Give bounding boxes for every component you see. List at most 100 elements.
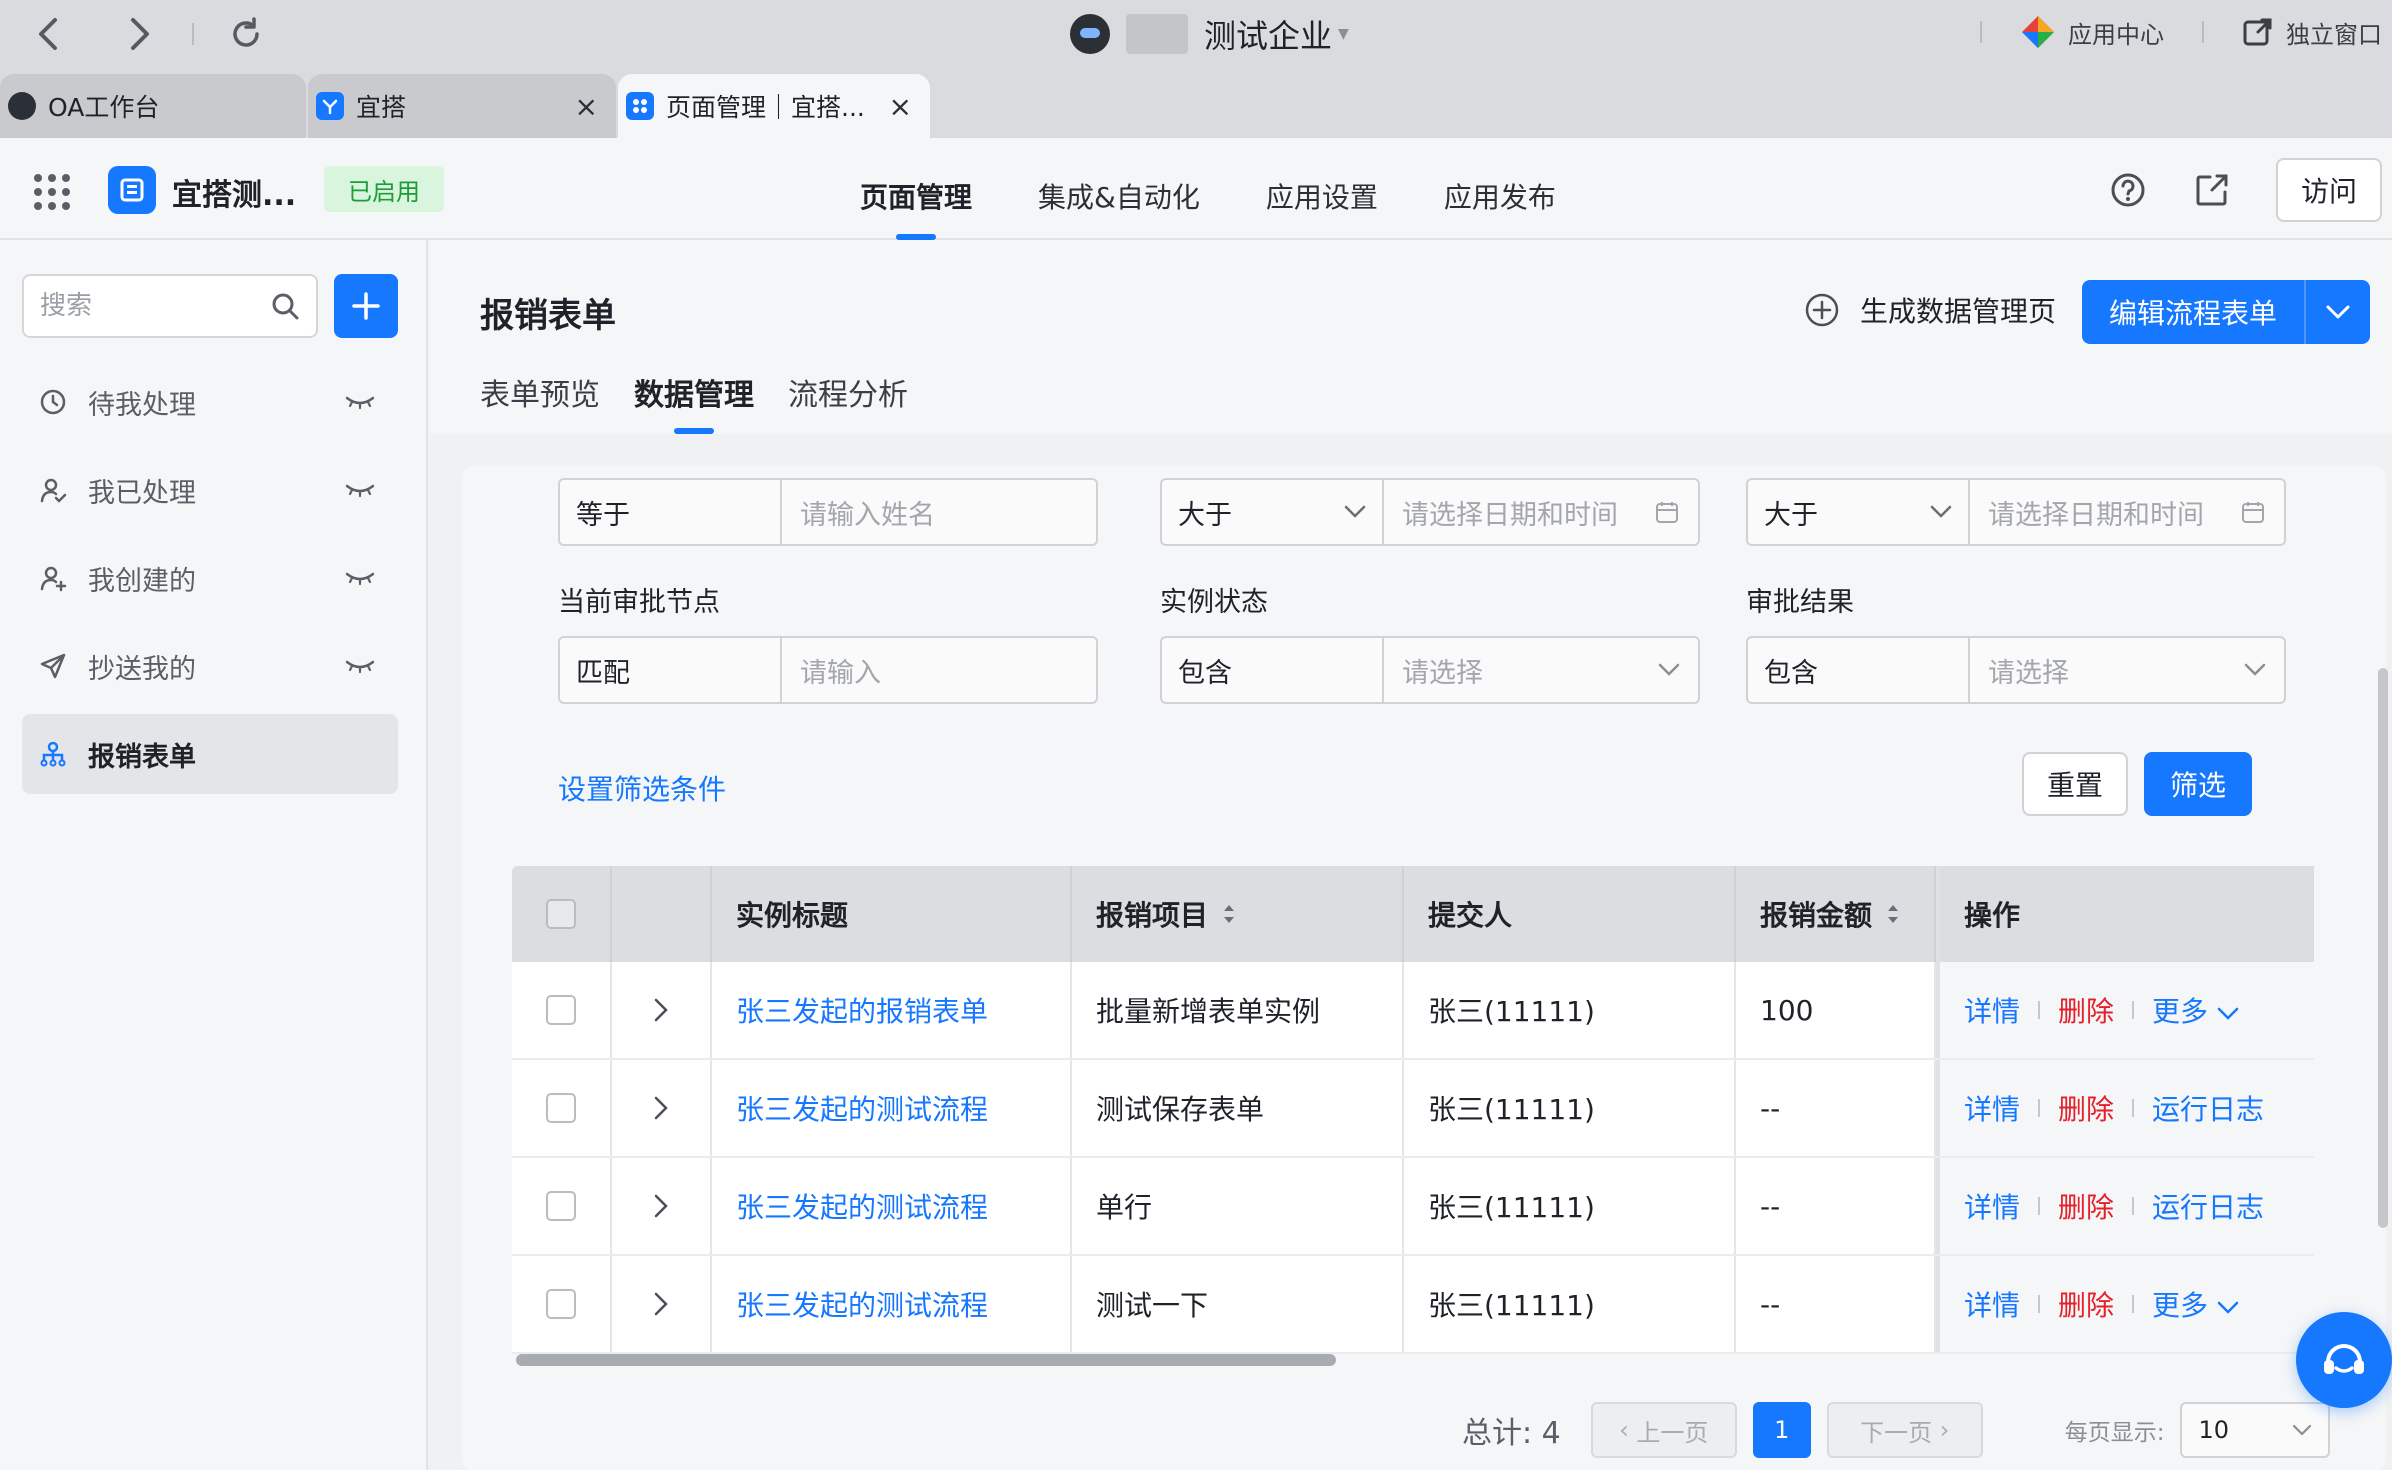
sidebar-item-cc[interactable]: 抄送我的 [22,626,398,706]
instance-title-link[interactable]: 张三发起的测试流程 [712,1158,1072,1254]
sidebar-item-created[interactable]: 我创建的 [22,538,398,618]
company-switcher[interactable]: 测试企业 ▼ [1070,10,1349,58]
operator-select[interactable]: 包含 [1748,638,1970,702]
expense-item-cell: 单行 [1072,1158,1404,1254]
prev-page-button[interactable]: ‹ 上一页 [1590,1402,1737,1458]
operator-select[interactable]: 大于 [1162,480,1384,544]
eye-closed-icon[interactable] [344,568,376,588]
detail-link[interactable]: 详情 [1964,1284,2020,1324]
more-dropdown[interactable]: 更多 [2152,1284,2239,1324]
actions-cell: 详情 删除 运行日志 [1936,1158,2314,1254]
open-external-button[interactable] [2192,170,2232,210]
app-center-button[interactable]: 应用中心 [2020,14,2164,50]
refresh-icon [233,17,259,47]
nav-integration-automation[interactable]: 集成&自动化 [1038,138,1200,240]
row-checkbox[interactable] [546,1093,576,1123]
search-box[interactable] [22,274,318,338]
instance-status-select[interactable]: 请选择 [1384,638,1698,702]
customer-service-button[interactable] [2296,1312,2392,1408]
chevron-right-icon[interactable] [653,1095,669,1121]
nav-app-publish[interactable]: 应用发布 [1444,138,1556,240]
set-filter-conditions-link[interactable]: 设置筛选条件 [558,768,726,808]
eye-closed-icon[interactable] [344,656,376,676]
plus-circle-icon [1805,293,1839,327]
row-checkbox-cell [512,962,612,1058]
detail-link[interactable]: 详情 [1964,1088,2020,1128]
table-horizontal-scrollbar[interactable] [516,1354,2254,1368]
operator-select[interactable]: 匹配 [560,638,782,702]
close-icon[interactable]: × [575,90,598,123]
instance-title-link[interactable]: 张三发起的测试流程 [712,1256,1072,1352]
app-name[interactable]: 宜搭测... [172,170,296,214]
name-input[interactable]: 请输入姓名 [782,480,1096,544]
add-button[interactable] [334,274,398,338]
instance-title-link[interactable]: 张三发起的测试流程 [712,1060,1072,1156]
expense-item-cell: 测试一下 [1072,1256,1404,1352]
back-button[interactable] [28,14,68,54]
tab-yida[interactable]: 宜搭 × [308,74,616,138]
column-header-amount[interactable]: 报销金额 [1736,866,1936,962]
operator-select[interactable]: 包含 [1162,638,1384,702]
tab-data-management[interactable]: 数据管理 [634,364,754,434]
search-input[interactable] [40,291,260,321]
chevron-right-icon[interactable] [653,997,669,1023]
page-number-current[interactable]: 1 [1752,1402,1811,1458]
scrollbar-thumb[interactable] [516,1354,1336,1366]
eye-closed-icon[interactable] [344,392,376,412]
delete-link[interactable]: 删除 [2058,1186,2114,1226]
chevron-down-icon [2217,1007,2239,1020]
standalone-window-button[interactable]: 独立窗口 [2242,15,2382,50]
reload-button[interactable] [226,14,266,54]
datetime-picker[interactable]: 请选择日期和时间 [1384,480,1698,544]
help-button[interactable] [2108,170,2148,210]
tab-form-preview[interactable]: 表单预览 [480,364,600,434]
close-icon[interactable]: × [889,90,912,123]
nav-app-settings[interactable]: 应用设置 [1266,138,1378,240]
row-checkbox[interactable] [546,1289,576,1319]
run-log-link[interactable]: 运行日志 [2152,1186,2264,1226]
next-page-button[interactable]: 下一页 › [1826,1402,1983,1458]
delete-link[interactable]: 删除 [2058,1284,2114,1324]
filter-button[interactable]: 筛选 [2144,752,2252,816]
operator-select[interactable]: 大于 [1748,480,1970,544]
row-checkbox[interactable] [546,995,576,1025]
column-header-item[interactable]: 报销项目 [1072,866,1404,962]
detail-link[interactable]: 详情 [1964,1186,2020,1226]
edit-dropdown-toggle[interactable] [2304,280,2370,344]
delete-link[interactable]: 删除 [2058,990,2114,1030]
sidebar-item-pending[interactable]: 待我处理 [22,362,398,442]
generate-data-page-button[interactable]: 生成数据管理页 [1804,290,2056,330]
reset-button[interactable]: 重置 [2022,752,2128,816]
more-dropdown[interactable]: 更多 [2152,990,2239,1030]
sidebar-item-expense-form[interactable]: 报销表单 [22,714,398,794]
sidebar-item-processed[interactable]: 我已处理 [22,450,398,530]
help-circle-icon [2111,173,2145,207]
nav-page-management[interactable]: 页面管理 [860,138,972,240]
page-size-select[interactable]: 10 [2180,1402,2331,1458]
visit-button[interactable]: 访问 [2276,158,2382,222]
operator-select[interactable]: 等于 [560,480,782,544]
approval-result-select[interactable]: 请选择 [1970,638,2284,702]
detail-link[interactable]: 详情 [1964,990,2020,1030]
eye-closed-icon[interactable] [344,480,376,500]
amount-cell: -- [1736,1158,1936,1254]
table-row: 张三发起的测试流程 测试一下 张三(11111) -- 详情 删除 更多 [512,1256,2314,1354]
instance-title-link[interactable]: 张三发起的报销表单 [712,962,1072,1058]
row-checkbox[interactable] [546,1191,576,1221]
input-placeholder: 请选择 [1988,657,2069,689]
approval-node-input[interactable]: 请输入 [782,638,1096,702]
tab-oa-workbench[interactable]: OA工作台 [0,74,306,138]
app-grid-icon[interactable] [34,174,70,210]
select-all-checkbox[interactable] [546,899,576,929]
tab-page-management[interactable]: 页面管理｜宜搭... × [618,74,930,138]
chevron-right-icon[interactable] [653,1291,669,1317]
chevron-right-icon[interactable] [653,1193,669,1219]
page-vertical-scrollbar[interactable] [2378,668,2388,1228]
run-log-link[interactable]: 运行日志 [2152,1088,2264,1128]
forward-button[interactable] [120,14,160,54]
edit-process-form-button[interactable]: 编辑流程表单 [2082,280,2370,344]
delete-link[interactable]: 删除 [2058,1088,2114,1128]
total-count: 总计: 4 [1462,1416,1561,1451]
datetime-picker[interactable]: 请选择日期和时间 [1970,480,2284,544]
tab-process-analysis[interactable]: 流程分析 [788,364,908,434]
